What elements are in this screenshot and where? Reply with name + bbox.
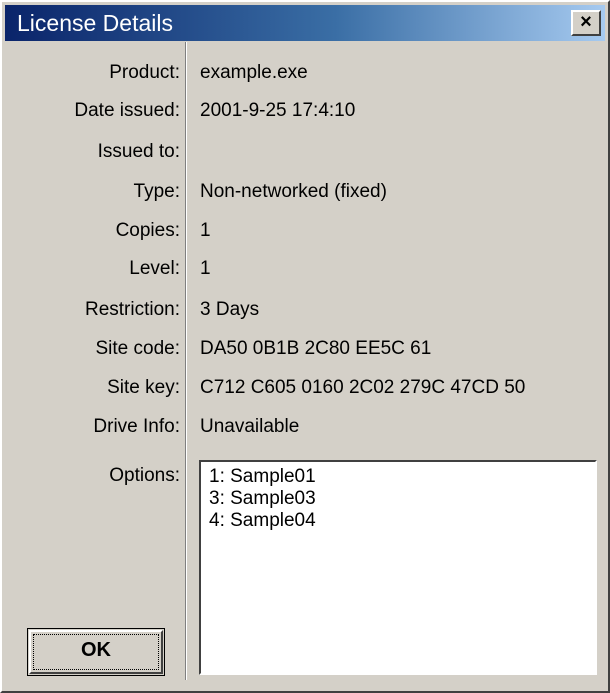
type-value: Non-networked (fixed): [200, 181, 387, 202]
ok-button[interactable]: OK: [27, 628, 165, 676]
product-value: example.exe: [200, 62, 308, 83]
level-label: Level:: [129, 258, 180, 279]
type-label: Type:: [133, 181, 180, 202]
site-code-value: DA50 0B1B 2C80 EE5C 61: [200, 338, 432, 359]
issued-to-label: Issued to:: [97, 141, 180, 162]
column-divider: [185, 42, 187, 680]
site-key-value: C712 C605 0160 2C02 279C 47CD 50: [200, 377, 526, 398]
date-issued-value: 2001-9-25 17:4:10: [200, 100, 356, 121]
product-label: Product:: [109, 62, 180, 83]
drive-info-label: Drive Info:: [93, 416, 180, 437]
options-list-item[interactable]: 1: Sample01: [209, 466, 587, 488]
window-title: License Details: [17, 10, 173, 36]
options-list[interactable]: 1: Sample01 3: Sample03 4: Sample04: [199, 460, 597, 675]
copies-label: Copies:: [115, 220, 180, 241]
close-button[interactable]: ×: [571, 10, 601, 36]
copies-value: 1: [200, 220, 211, 241]
ok-button-label: OK: [81, 639, 111, 661]
level-value: 1: [200, 258, 211, 279]
close-icon: ×: [580, 11, 592, 33]
date-issued-label: Date issued:: [74, 100, 180, 121]
restriction-label: Restriction:: [84, 299, 180, 320]
options-list-item[interactable]: 3: Sample03: [209, 488, 587, 510]
title-bar: License Details ×: [5, 5, 605, 41]
options-list-item[interactable]: 4: Sample04: [209, 510, 587, 532]
options-label: Options:: [109, 465, 180, 486]
restriction-value: 3 Days: [200, 299, 260, 320]
drive-info-value: Unavailable: [200, 416, 300, 437]
site-key-label: Site key:: [107, 377, 180, 398]
site-code-label: Site code:: [95, 338, 181, 359]
